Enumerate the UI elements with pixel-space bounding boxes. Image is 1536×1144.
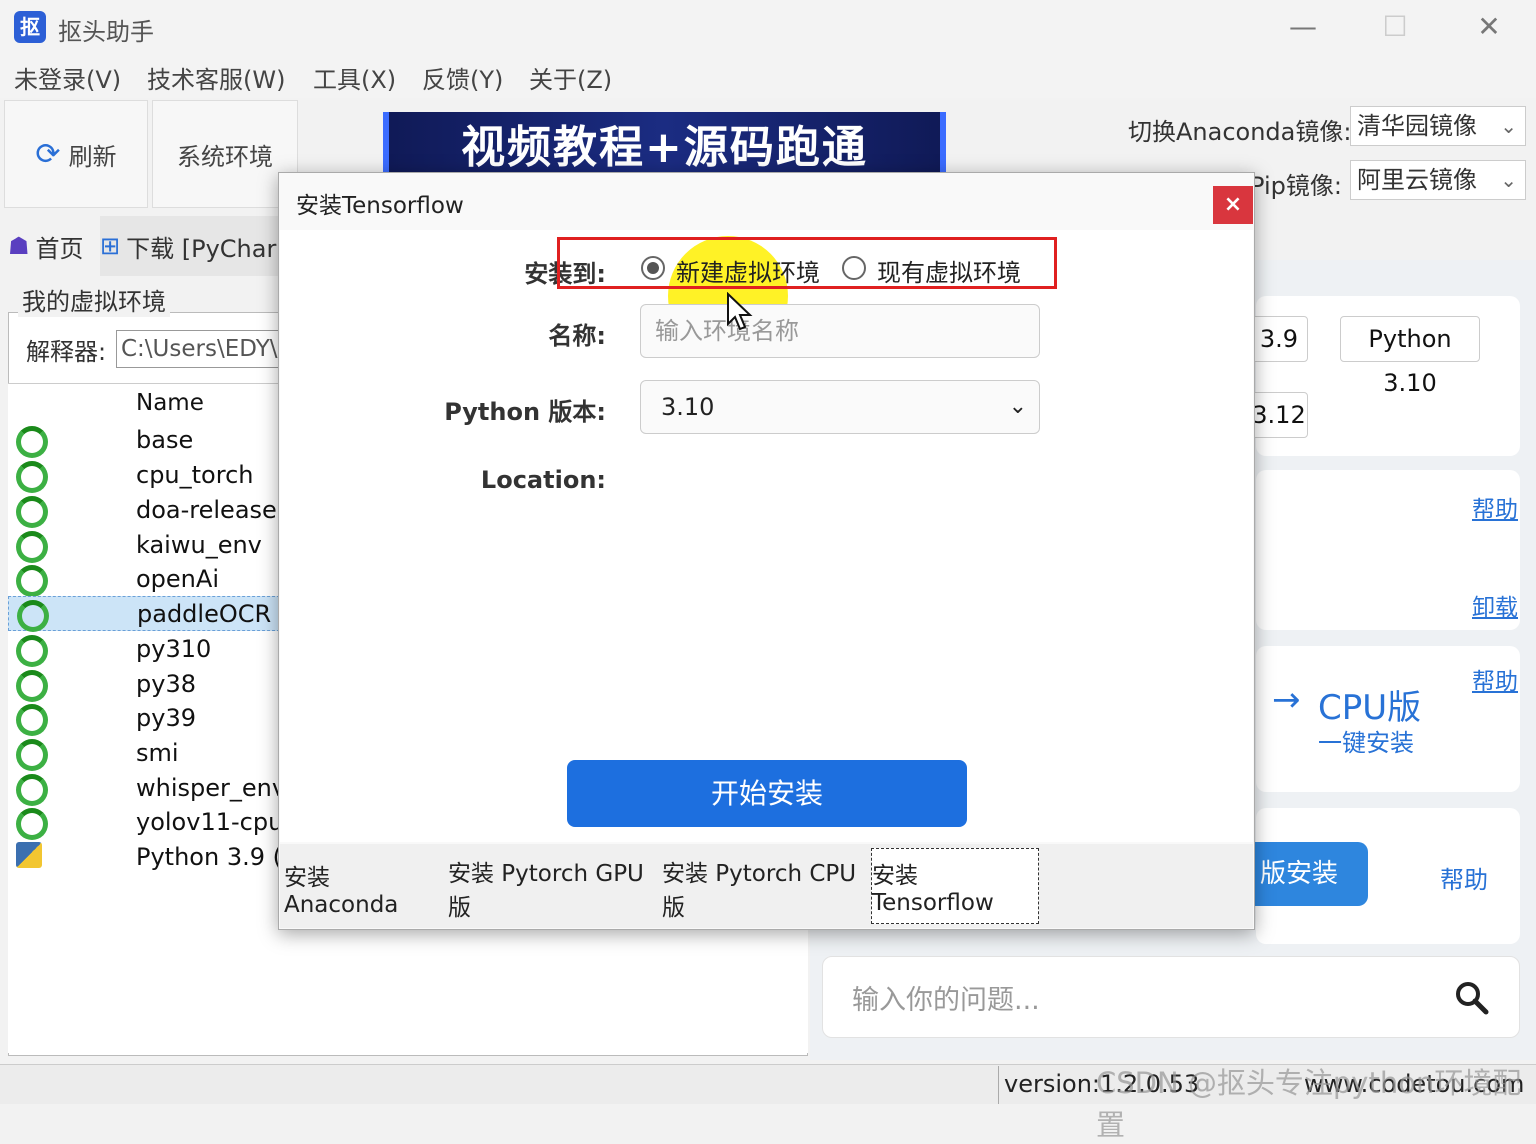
env-status-icon: [16, 496, 48, 528]
list-item-selected[interactable]: paddleOCR: [8, 596, 280, 632]
chevron-down-icon: ⌄: [1008, 394, 1027, 419]
help-link[interactable]: 帮助: [1472, 662, 1518, 696]
env-name: cpu_torch: [136, 461, 254, 489]
menu-support[interactable]: 技术客服(W): [147, 60, 285, 95]
dialog-close-button[interactable]: ×: [1213, 186, 1253, 224]
env-status-icon: [16, 461, 48, 493]
anaconda-mirror-label: 切换Anaconda镜像:: [1128, 118, 1352, 146]
python-icon: [16, 842, 42, 868]
tab-install-pytorch-gpu[interactable]: 安装 Pytorch GPU版: [448, 852, 658, 924]
chevron-down-icon: ⌄: [1500, 114, 1517, 138]
menu-about[interactable]: 关于(Z): [529, 60, 612, 95]
menu-tools[interactable]: 工具(X): [313, 60, 396, 95]
app-logo-icon: 抠: [14, 11, 46, 43]
anaconda-mirror-select[interactable]: 清华园镜像 ⌄: [1350, 106, 1526, 146]
env-status-icon: [16, 808, 48, 840]
question-placeholder: 输入你的问题...: [852, 985, 1040, 1016]
tab-home-label: 首页: [35, 234, 84, 263]
menu-feedback[interactable]: 反馈(Y): [422, 60, 503, 95]
env-group-title: 我的虚拟环境: [18, 282, 170, 317]
tab-download-label: 下载 [PyCharm: [126, 234, 280, 263]
env-status-icon: [16, 531, 48, 563]
env-status-icon: [17, 600, 49, 632]
mouse-cursor-icon: [726, 291, 754, 332]
env-name: py38: [136, 670, 196, 698]
close-window-button[interactable]: ✕: [1464, 8, 1514, 46]
env-name: paddleOCR: [137, 600, 272, 628]
tab-install-pytorch-cpu[interactable]: 安装 Pytorch CPU版: [662, 852, 867, 924]
env-status-icon: [16, 565, 48, 597]
uninstall-link[interactable]: 卸载: [1472, 588, 1518, 622]
watermark: CSDN @抠头专注python环境配置: [1096, 1066, 1522, 1142]
status-divider: [998, 1066, 999, 1104]
python-version-label: Python 版本:: [444, 398, 606, 426]
tab-download[interactable]: ⊞ 下载 [PyCharm: [100, 216, 280, 276]
env-name: smi: [136, 739, 179, 767]
menu-login[interactable]: 未登录(V): [14, 60, 121, 95]
env-status-icon: [16, 739, 48, 771]
anaconda-mirror-value: 清华园镜像: [1357, 112, 1477, 140]
home-icon: ☗: [8, 232, 30, 260]
python-39-button[interactable]: 3.9: [1250, 316, 1308, 362]
tab-install-anaconda[interactable]: 安装 Anaconda: [284, 852, 444, 924]
maximize-button[interactable]: ☐: [1370, 8, 1420, 46]
env-status-icon: [16, 635, 48, 667]
system-env-label: 系统环境: [177, 142, 273, 171]
tab-home[interactable]: ☗ 首页: [8, 216, 96, 276]
env-status-icon: [16, 774, 48, 806]
env-name: base: [136, 426, 194, 454]
env-name: py39: [136, 704, 196, 732]
refresh-label: 刷新: [68, 142, 117, 171]
location-label: Location:: [480, 466, 606, 494]
python-310-button[interactable]: Python 3.10: [1340, 316, 1480, 397]
pip-mirror-value: 阿里云镜像: [1357, 166, 1477, 194]
help-link[interactable]: 帮助: [1472, 490, 1518, 524]
env-status-icon: [16, 426, 48, 458]
env-name: kaiwu_env: [136, 531, 262, 559]
cpu-install-subtitle[interactable]: 一键安装: [1318, 723, 1414, 758]
annotation-highlight-box: [557, 237, 1057, 289]
python-312-button[interactable]: 3.12: [1250, 392, 1308, 438]
env-name: whisper_env: [136, 774, 287, 802]
help-link[interactable]: 帮助: [1440, 860, 1488, 895]
env-name-input[interactable]: 输入环境名称: [640, 304, 1040, 358]
chevron-down-icon: ⌄: [1500, 168, 1517, 192]
pip-mirror-select[interactable]: 阿里云镜像 ⌄: [1350, 160, 1526, 200]
grid-icon: ⊞: [100, 232, 121, 260]
column-header-name[interactable]: Name: [136, 390, 204, 416]
refresh-button[interactable]: ⟳ 刷新: [4, 100, 148, 208]
env-name: doa-release: [136, 496, 277, 524]
python-version-select[interactable]: 3.10 ⌄: [640, 380, 1040, 434]
refresh-icon: ⟳: [35, 136, 61, 172]
env-name: yolov11-cpu: [136, 808, 284, 836]
arrow-right-icon: →: [1272, 680, 1301, 720]
pip-mirror-label: Pip镜像:: [1250, 172, 1342, 200]
env-status-icon: [16, 704, 48, 736]
search-icon[interactable]: [1452, 978, 1492, 1018]
window-title: 抠头助手: [58, 18, 154, 46]
cpu-install-title[interactable]: CPU版: [1318, 680, 1421, 729]
tab-install-tensorflow[interactable]: 安装Tensorflow: [871, 848, 1039, 924]
env-name: openAi: [136, 565, 219, 593]
minimize-button[interactable]: —: [1278, 8, 1328, 46]
python-version-value: 3.10: [661, 393, 715, 421]
env-status-icon: [16, 670, 48, 702]
system-env-button[interactable]: 系统环境: [152, 100, 298, 208]
interpreter-label: 解释器:: [26, 338, 107, 366]
env-name: Python 3.9 (6: [136, 843, 298, 871]
name-label: 名称:: [548, 322, 606, 350]
env-name: py310: [136, 635, 212, 663]
dialog-title: 安装Tensorflow: [296, 193, 464, 219]
start-install-button[interactable]: 开始安装: [567, 760, 967, 827]
